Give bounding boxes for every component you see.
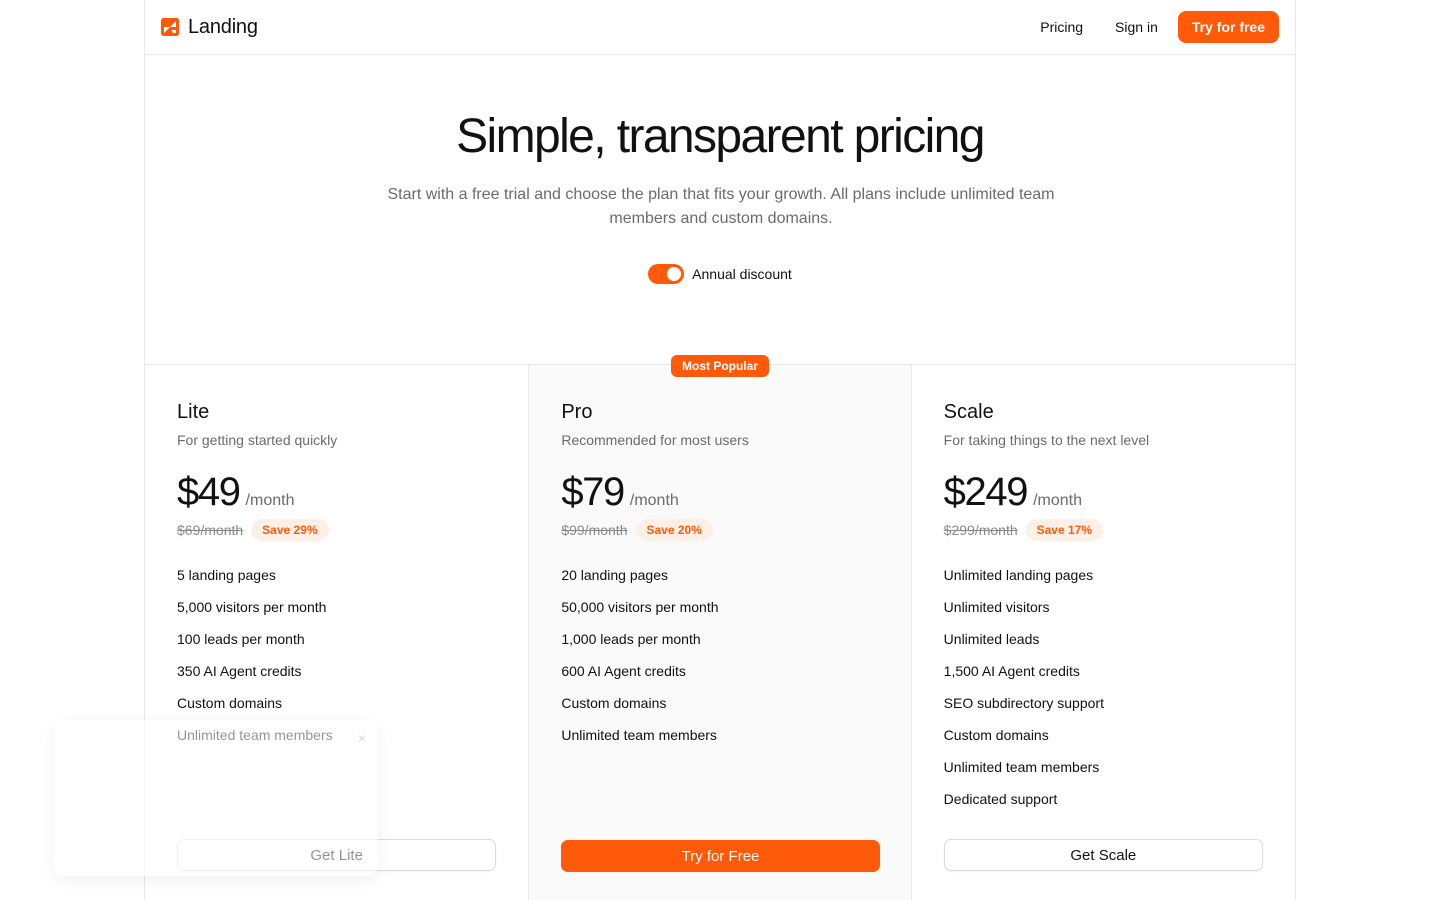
price-row: $249 /month xyxy=(944,470,1263,515)
feature-item: 50,000 visitors per month xyxy=(561,599,719,615)
feature-item: 1,500 AI Agent credits xyxy=(943,663,1080,679)
feature-item: 350 AI Agent credits xyxy=(177,663,302,679)
feature-item: Unlimited team members xyxy=(561,727,717,743)
original-price: $299/month xyxy=(943,522,1018,538)
feature-item: Unlimited landing pages xyxy=(943,567,1094,583)
plan-card-scale: Scale For taking things to the next leve… xyxy=(912,365,1295,900)
get-scale-button[interactable]: Get Scale xyxy=(943,839,1263,871)
feature-item: 1,000 leads per month xyxy=(561,631,701,647)
feature-list: 20 landing pages 50,000 visitors per mon… xyxy=(561,563,878,755)
plan-price: $79 xyxy=(561,470,625,514)
feature-item: 5,000 visitors per month xyxy=(177,599,327,615)
most-popular-badge: Most Popular xyxy=(670,355,770,377)
feature-item: 20 landing pages xyxy=(561,567,668,583)
plan-price: $49 xyxy=(177,470,241,514)
plan-description: Recommended for most users xyxy=(561,432,749,448)
feature-item: Custom domains xyxy=(943,727,1049,743)
feature-item: Unlimited leads xyxy=(943,631,1040,647)
top-navbar: Landing Pricing Sign in Try for free xyxy=(145,0,1295,55)
plan-description: For getting started quickly xyxy=(177,432,338,448)
feature-list: Unlimited landing pages Unlimited visito… xyxy=(944,563,1263,819)
notification-toast: × xyxy=(54,720,378,876)
plan-name: Lite xyxy=(177,401,210,423)
discount-row: $69/month Save 29% xyxy=(177,519,496,541)
original-price: $99/month xyxy=(561,522,628,538)
annual-discount-label: Annual discount xyxy=(692,266,792,282)
toggle-knob xyxy=(667,267,682,281)
main-nav: Pricing Sign in Try for free xyxy=(1024,11,1279,43)
feature-item: 100 leads per month xyxy=(177,631,305,647)
feature-item: Custom domains xyxy=(561,695,667,711)
feature-item: Custom domains xyxy=(177,695,283,711)
price-period: /month xyxy=(245,492,295,509)
discount-row: $99/month Save 20% xyxy=(561,519,878,541)
plan-price: $249 xyxy=(943,470,1029,514)
annual-discount-toggle-row: Annual discount xyxy=(145,264,1295,284)
price-period: /month xyxy=(1033,492,1082,509)
price-row: $79 /month xyxy=(561,470,878,515)
pricing-hero: Simple, transparent pricing Start with a… xyxy=(145,55,1295,365)
plan-card-pro: Most Popular Pro Recommended for most us… xyxy=(528,355,912,900)
plan-description: For taking things to the next level xyxy=(943,432,1150,448)
brand[interactable]: Landing xyxy=(161,16,258,39)
nav-link-pricing[interactable]: Pricing xyxy=(1024,11,1099,43)
discount-row: $299/month Save 17% xyxy=(944,519,1263,541)
nav-link-sign-in[interactable]: Sign in xyxy=(1099,11,1174,43)
landing-logo-icon xyxy=(161,18,179,36)
feature-item: Dedicated support xyxy=(943,791,1058,807)
page-subtitle: Start with a free trial and choose the p… xyxy=(387,186,1055,227)
brand-name: Landing xyxy=(188,15,258,38)
feature-item: 600 AI Agent credits xyxy=(561,663,686,679)
save-badge: Save 17% xyxy=(1025,519,1104,541)
price-period: /month xyxy=(629,492,679,509)
annual-discount-toggle[interactable] xyxy=(648,264,685,284)
close-icon[interactable]: × xyxy=(358,730,366,746)
save-badge: Save 20% xyxy=(635,519,713,541)
price-row: $49 /month xyxy=(177,470,496,515)
plan-name: Scale xyxy=(943,401,994,423)
page-title: Simple, transparent pricing xyxy=(456,110,985,163)
plan-name: Pro xyxy=(561,401,593,423)
save-badge: Save 29% xyxy=(251,519,329,541)
feature-item: Unlimited team members xyxy=(943,759,1100,775)
try-for-free-pro-button[interactable]: Try for Free xyxy=(561,840,880,872)
feature-item: SEO subdirectory support xyxy=(943,695,1104,711)
original-price: $69/month xyxy=(177,522,244,538)
feature-item: 5 landing pages xyxy=(177,567,276,583)
try-for-free-button[interactable]: Try for free xyxy=(1177,11,1279,43)
feature-item: Unlimited visitors xyxy=(943,599,1050,615)
